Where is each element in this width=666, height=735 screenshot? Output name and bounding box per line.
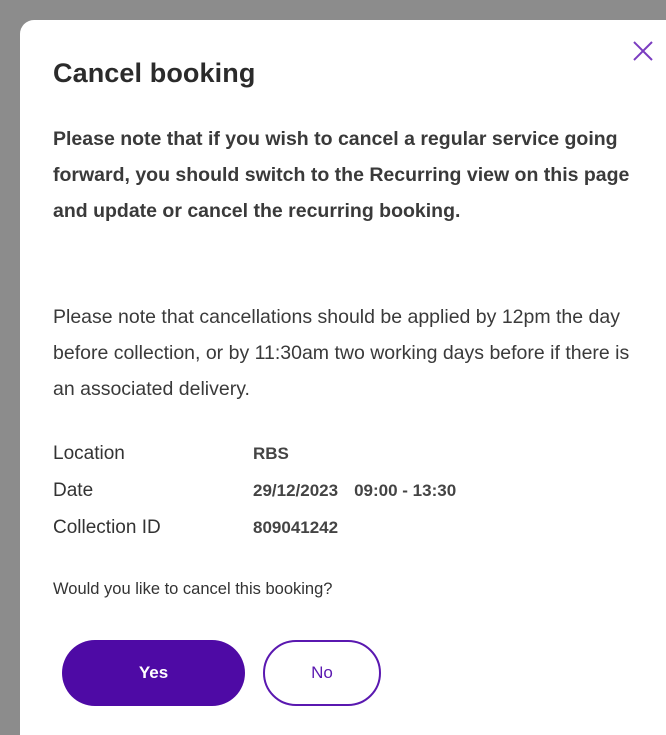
yes-button[interactable]: Yes xyxy=(62,640,245,706)
time-window: 09:00 - 13:30 xyxy=(354,480,457,500)
date-label: Date xyxy=(53,479,94,501)
location-value: RBS xyxy=(253,443,289,463)
collection-row: Collection ID 809041242 xyxy=(53,509,456,546)
close-button[interactable] xyxy=(628,36,658,66)
recurring-note: Please note that if you wish to cancel a… xyxy=(53,128,630,222)
collection-id-label: Collection ID xyxy=(53,516,161,538)
location-row: Location RBS xyxy=(53,435,456,472)
confirm-question: Would you like to cancel this booking? xyxy=(53,580,333,598)
date-row: Date 29/12/2023 09:00 - 13:30 xyxy=(53,472,456,509)
cutoff-note: Please note that cancellations should be… xyxy=(53,306,630,400)
cancel-booking-dialog: Cancel booking Please note that if you w… xyxy=(20,20,666,735)
date-value: 29/12/2023 xyxy=(253,480,339,500)
collection-id-value: 809041242 xyxy=(253,517,339,537)
location-label: Location xyxy=(53,442,125,464)
booking-details: Location RBS Date 29/12/2023 09:00 - 13:… xyxy=(53,435,456,546)
no-button[interactable]: No xyxy=(263,640,381,706)
dialog-title: Cancel booking xyxy=(53,58,256,88)
close-icon xyxy=(633,41,653,61)
